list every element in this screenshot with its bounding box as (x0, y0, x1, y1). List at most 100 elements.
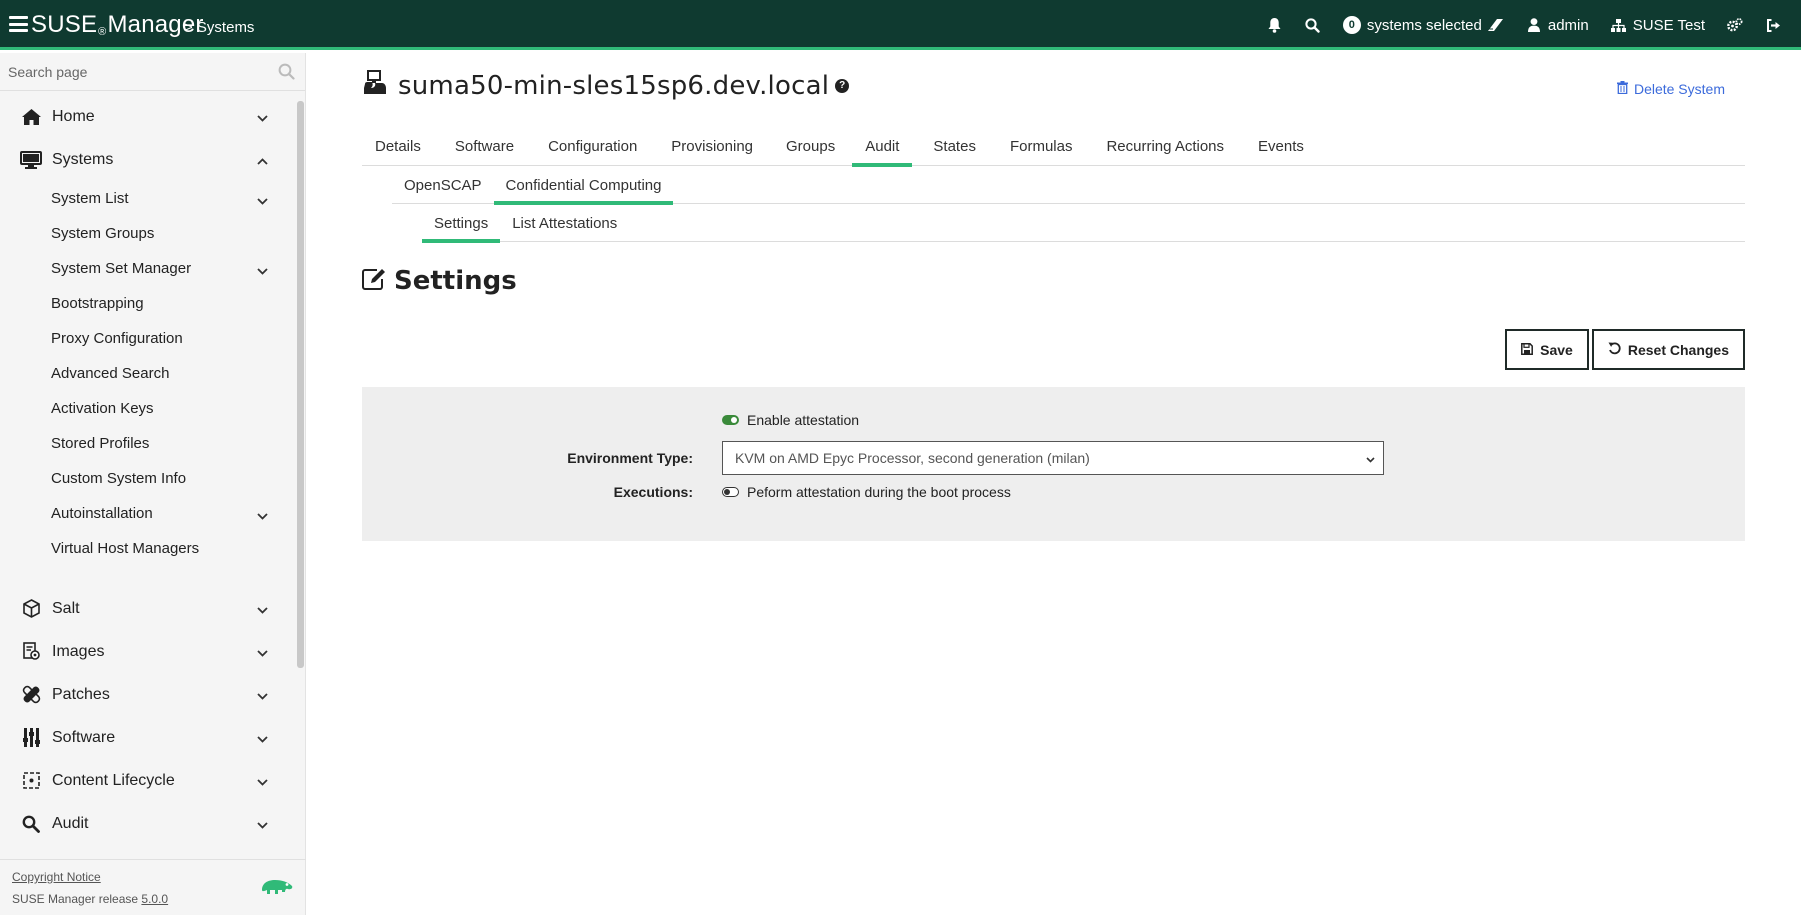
sidebar-subitem-activation-keys[interactable]: Activation Keys (0, 391, 296, 426)
save-button[interactable]: Save (1505, 329, 1589, 370)
save-label: Save (1540, 341, 1573, 358)
release-text: SUSE Manager release (12, 892, 142, 906)
chevron-down-icon[interactable] (257, 192, 268, 209)
sidebar-item-label: Systems (52, 150, 114, 168)
cogs-icon[interactable] (1727, 17, 1743, 33)
sidebar-item-images[interactable]: Images (0, 630, 296, 673)
chevron-up-icon[interactable] (257, 152, 268, 170)
sidebar-item-audit[interactable]: Audit (0, 802, 296, 845)
tab-settings[interactable]: Settings (422, 205, 501, 243)
sidebar-subitem-system-groups[interactable]: System Groups (0, 216, 296, 251)
breadcrumb[interactable]: > Systems (184, 19, 254, 36)
images-icon (20, 642, 42, 662)
sidebar-item-home[interactable]: Home (0, 95, 296, 138)
chevron-down-icon[interactable] (257, 601, 268, 619)
chevron-down-icon[interactable] (257, 644, 268, 662)
sidebar-item-patches[interactable]: Patches (0, 673, 296, 716)
chevron-down-icon[interactable] (257, 507, 268, 524)
sidebar-subitem-autoinstallation[interactable]: Autoinstallation (0, 496, 296, 531)
enable-attestation-toggle[interactable] (722, 415, 739, 425)
sign-out-icon[interactable] (1765, 17, 1781, 33)
sidebar-subitem-label: Advanced Search (51, 365, 170, 382)
org-menu[interactable]: SUSE Test (1611, 17, 1705, 34)
tab-provisioning[interactable]: Provisioning (654, 126, 770, 166)
sidebar-item-content-lifecycle[interactable]: Content Lifecycle (0, 759, 296, 802)
tab-software[interactable]: Software (434, 126, 531, 166)
release-version-link[interactable]: 5.0.0 (141, 892, 168, 906)
chevron-down-icon[interactable] (257, 109, 268, 127)
sidebar-item-systems[interactable]: Systems (0, 138, 296, 181)
sidebar-item-label: Salt (52, 599, 80, 617)
tab-configuration[interactable]: Configuration (531, 126, 654, 166)
sidebar-item-salt[interactable]: Salt (0, 587, 296, 630)
chevron-down-icon[interactable] (257, 816, 268, 834)
reset-changes-label: Reset Changes (1627, 341, 1729, 358)
sidebar-subitem-virtual-host-managers[interactable]: Virtual Host Managers (0, 531, 296, 566)
tab-formulas[interactable]: Formulas (993, 126, 1090, 166)
sidebar-item-software[interactable]: Software (0, 716, 296, 759)
sidebar-scrollbar[interactable] (297, 101, 304, 668)
tab-audit[interactable]: Audit (852, 126, 913, 167)
boot-attestation-toggle[interactable] (722, 487, 739, 497)
sidebar-subitem-system-list[interactable]: System List (0, 181, 296, 216)
reset-changes-button[interactable]: Reset Changes (1591, 329, 1745, 370)
executions-row: Executions: Peform attestation during th… (362, 482, 1745, 502)
tab-details[interactable]: Details (362, 126, 434, 166)
copyright-notice-link[interactable]: Copyright Notice (12, 870, 101, 884)
home-icon (20, 107, 42, 127)
chevron-down-icon[interactable] (257, 773, 268, 791)
search-icon (20, 814, 42, 834)
delete-system-label: Delete System (1633, 81, 1725, 97)
sidebar-subitem-label: Custom System Info (51, 470, 187, 487)
main-content: suma50-min-sles15sp6.dev.local ? Delete … (362, 53, 1745, 653)
eraser-icon[interactable] (1488, 17, 1504, 33)
sidebar-subitem-advanced-search[interactable]: Advanced Search (0, 356, 296, 391)
tab-events[interactable]: Events (1241, 126, 1317, 166)
user-menu[interactable]: admin (1526, 17, 1589, 34)
search-page-input[interactable] (0, 53, 305, 91)
chevron-down-icon[interactable] (257, 262, 268, 279)
systems-selected[interactable]: 0 systems selected (1342, 16, 1504, 34)
environment-type-row: Environment Type: KVM on AMD Epyc Proces… (362, 441, 1745, 475)
sidebar-subitem-bootstrapping[interactable]: Bootstrapping (0, 286, 296, 321)
primary-tabs: Details Software Configuration Provision… (362, 126, 1745, 167)
sidebar-subitem-system-set-manager[interactable]: System Set Manager (0, 251, 296, 286)
brand-logo[interactable]: SUSE®Manager (31, 11, 204, 39)
help-icon[interactable]: ? (835, 78, 850, 93)
tab-groups[interactable]: Groups (770, 126, 852, 166)
sidebar-subitem-custom-system-info[interactable]: Custom System Info (0, 461, 296, 496)
search-icon[interactable] (1305, 17, 1321, 33)
environment-type-value: KVM on AMD Epyc Processor, second genera… (735, 450, 1090, 466)
tab-recurring-actions[interactable]: Recurring Actions (1089, 126, 1241, 166)
page-title: suma50-min-sles15sp6.dev.local (398, 70, 830, 101)
sidebar-nav: Home Systems System List System Groups S… (0, 91, 296, 845)
tab-list-attestations[interactable]: List Attestations (500, 205, 629, 242)
top-header: SUSE®Manager > Systems 0 systems selecte… (0, 0, 1801, 50)
chevron-down-icon[interactable] (257, 687, 268, 705)
section-heading: Settings (362, 266, 517, 296)
user-name: admin (1547, 16, 1589, 34)
sidebar-footer: Copyright Notice SUSE Manager release 5.… (0, 859, 306, 915)
tab-openscap[interactable]: OpenSCAP (392, 167, 494, 204)
sidebar-item-label: Content Lifecycle (52, 771, 175, 789)
systems-selected-count: 0 (1342, 16, 1361, 34)
sidebar-item-label: Images (52, 642, 105, 660)
environment-type-label: Environment Type: (567, 450, 693, 466)
chameleon-logo-icon (260, 878, 294, 899)
sidebar-subitem-label: System Groups (51, 225, 155, 242)
software-icon (20, 728, 42, 748)
bell-icon[interactable] (1267, 17, 1283, 33)
delete-system-link[interactable]: Delete System (1616, 81, 1725, 97)
chevron-down-icon[interactable] (257, 730, 268, 748)
sidebar-item-label: Patches (52, 685, 110, 703)
hamburger-menu-icon[interactable] (9, 16, 28, 32)
sidebar-item-label: Software (52, 728, 116, 746)
sidebar-subitem-stored-profiles[interactable]: Stored Profiles (0, 426, 296, 461)
tab-states[interactable]: States (912, 126, 993, 166)
sidebar-item-label: Audit (52, 814, 89, 832)
environment-type-select[interactable]: KVM on AMD Epyc Processor, second genera… (722, 441, 1384, 475)
user-icon (1526, 17, 1542, 33)
secondary-tabs: OpenSCAP Confidential Computing (392, 167, 1745, 205)
tab-confidential-computing[interactable]: Confidential Computing (493, 167, 674, 205)
sidebar-subitem-proxy-configuration[interactable]: Proxy Configuration (0, 321, 296, 356)
